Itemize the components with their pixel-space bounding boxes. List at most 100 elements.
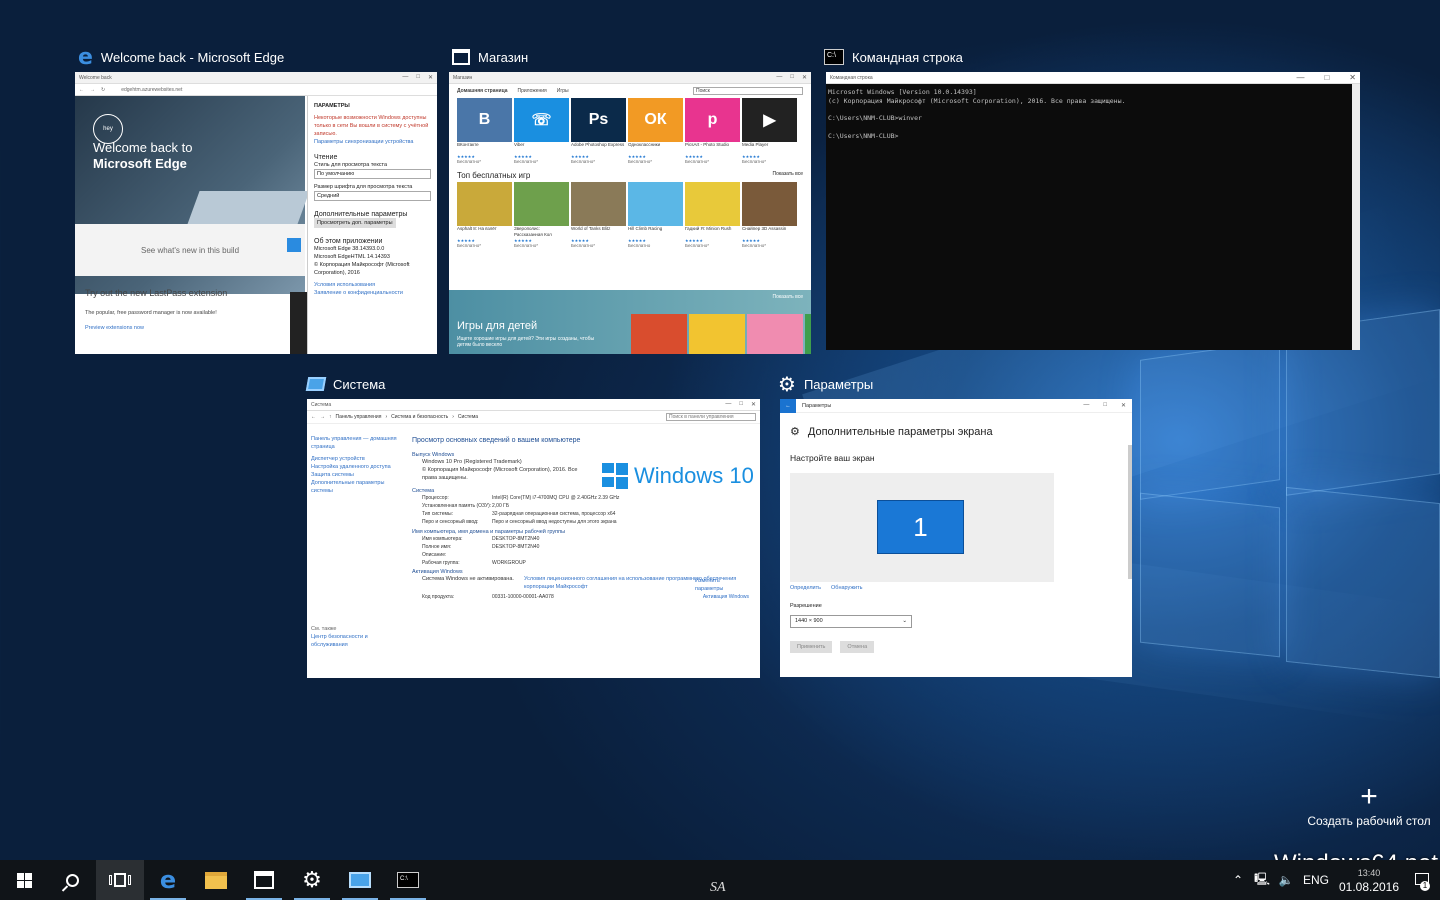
- sync-link[interactable]: Параметры синхронизации устройства: [314, 138, 431, 146]
- network-icon[interactable]: 🖳: [1250, 870, 1274, 891]
- forward-icon[interactable]: →: [320, 414, 325, 420]
- app-tile[interactable]: ☏ Viber ★★★★★ Бесплатно*: [514, 98, 569, 165]
- detect-link[interactable]: Обнаружить: [831, 585, 862, 591]
- sidebar-device-manager[interactable]: Диспетчер устройств: [311, 455, 403, 463]
- settings-thumbnail[interactable]: ← Параметры — □ ✕ ⚙ Дополнительные парамет…: [780, 399, 1132, 677]
- start-button[interactable]: [0, 860, 48, 900]
- game-tile[interactable]: Hill Climb Racing ★★★★★ Бесплатно: [628, 182, 683, 249]
- taskbar-store[interactable]: [240, 860, 288, 900]
- settings-scrollbar[interactable]: [1128, 445, 1132, 579]
- game-tile[interactable]: Asphalt 8: На взлёт ★★★★★ Бесплатно*: [457, 182, 512, 249]
- privacy-link[interactable]: Заявление о конфиденциальности: [314, 289, 431, 297]
- cmd-thumbnail[interactable]: Командная строка — □ ✕ Microsoft Windows [V…: [826, 72, 1360, 350]
- control-panel-search[interactable]: Поиск в панели управления: [666, 413, 756, 421]
- monitor-1[interactable]: 1: [877, 500, 964, 554]
- forward-icon[interactable]: →: [90, 87, 95, 93]
- cmd-window-title[interactable]: C:\ Командная строка: [824, 44, 963, 70]
- game-tile[interactable]: World of Tanks Blitz ★★★★★ Бесплатно*: [571, 182, 626, 249]
- system-thumbnail[interactable]: Система — □ ✕ ← → ↑ Панель управления › Систем…: [307, 399, 760, 678]
- kids-banner[interactable]: Игры для детей Ищете хорошие игры для де…: [449, 290, 811, 354]
- activate-windows-link[interactable]: Активация Windows: [703, 593, 749, 601]
- edge-thumbnail[interactable]: Welcome back — □ ✕ ← → ↻ edgehtm.azurewebsite…: [75, 72, 437, 354]
- style-select[interactable]: По умолчанию: [314, 169, 431, 179]
- change-settings-link[interactable]: Изменить параметры: [695, 577, 735, 593]
- taskbar-cmd[interactable]: C:\: [384, 860, 432, 900]
- cancel-button[interactable]: Отмена: [840, 641, 875, 653]
- breadcrumb-item[interactable]: Панель управления: [336, 414, 382, 420]
- kids-show-all[interactable]: Показать все: [772, 294, 803, 300]
- address-bar[interactable]: edgehtm.azurewebsites.net: [121, 87, 182, 93]
- game-tile[interactable]: Гадкий Я: Minion Rush ★★★★★ Бесплатно*: [685, 182, 740, 249]
- cmd-scrollbar[interactable]: [1352, 84, 1360, 350]
- terms-link[interactable]: Условия использования: [314, 281, 431, 289]
- store-search-input[interactable]: Поиск: [693, 87, 803, 95]
- back-icon[interactable]: ←: [79, 87, 84, 93]
- refresh-icon[interactable]: ↻: [101, 87, 105, 93]
- store-window-title[interactable]: Магазин: [452, 44, 528, 70]
- system-window-title[interactable]: Система: [305, 371, 385, 397]
- search-button[interactable]: [48, 860, 96, 900]
- show-all-link[interactable]: Показать все: [772, 171, 803, 180]
- hero-line-2: Microsoft Edge: [93, 156, 187, 171]
- identify-link[interactable]: Определить: [790, 585, 821, 591]
- language-indicator[interactable]: ENG: [1298, 873, 1334, 887]
- taskbar-settings[interactable]: ⚙: [288, 860, 336, 900]
- settings-page-title: Дополнительные параметры экрана: [807, 425, 993, 438]
- product-label: Код продукта:: [422, 594, 455, 600]
- app-tile[interactable]: B ВКонтакте ★★★★★ Бесплатно*: [457, 98, 512, 165]
- breadcrumb-item[interactable]: Система и безопасность: [391, 414, 448, 420]
- up-icon[interactable]: ↑: [329, 414, 332, 420]
- store-tab-games[interactable]: Игры: [557, 88, 569, 94]
- clock[interactable]: 13:40 01.08.2016: [1334, 866, 1404, 894]
- store-bag-icon: [452, 49, 470, 65]
- game-tile-name: Asphalt 8: На взлёт: [457, 226, 497, 231]
- notification-badge: 1: [1420, 880, 1430, 891]
- info-row: Установленная память (ОЗУ): 2,00 ГБ: [422, 502, 757, 510]
- customize-display-heading: Настройте ваш экран: [790, 453, 875, 463]
- kids-tile[interactable]: [689, 314, 745, 354]
- new-build-banner[interactable]: See what's new in this build: [75, 224, 305, 276]
- volume-icon[interactable]: 🔈: [1274, 873, 1298, 887]
- cmd-inner-title: Командная строка: [830, 74, 873, 81]
- back-arrow-icon[interactable]: ←: [780, 399, 796, 413]
- app-tile[interactable]: p PicsArt - Photo Studio ★★★★★ Бесплатно*: [685, 98, 740, 165]
- taskbar-file-explorer[interactable]: [192, 860, 240, 900]
- sidebar-remote-access[interactable]: Настройка удаленного доступа: [311, 463, 403, 471]
- sidebar-system-protection[interactable]: Защита системы: [311, 471, 403, 479]
- store-thumbnail[interactable]: Магазин — □ ✕ Домашняя страница Приложения …: [449, 72, 811, 354]
- store-tab-apps[interactable]: Приложения: [518, 88, 547, 94]
- sidebar-home-link[interactable]: Панель управления — домашняя страница: [311, 435, 403, 451]
- settings-window-title[interactable]: ⚙ Параметры: [778, 371, 873, 397]
- cmd-console[interactable]: Microsoft Windows [Version 10.0.14393] (c…: [826, 84, 1360, 144]
- breadcrumb-item[interactable]: Система: [458, 414, 478, 420]
- app-tile[interactable]: ▶ Media Player ★★★★★ Бесплатно*: [742, 98, 797, 165]
- action-center-button[interactable]: 1: [1404, 872, 1440, 891]
- preview-link[interactable]: Preview extensions now: [85, 325, 144, 331]
- settings-buttons: Применить Отмена: [790, 641, 875, 653]
- kids-tile[interactable]: [805, 314, 811, 354]
- game-tile[interactable]: Снайпер 3D Assassin ★★★★★ Бесплатно*: [742, 182, 797, 249]
- sidebar-advanced[interactable]: Дополнительные параметры системы: [311, 479, 403, 495]
- task-view-button[interactable]: [96, 860, 144, 900]
- chevron-up-icon[interactable]: ⌃: [1226, 873, 1250, 887]
- game-tile[interactable]: Зверополис: Рассказанная Кол ★★★★★ Бесплат…: [514, 182, 569, 249]
- system-inner-title: Система: [311, 401, 332, 408]
- advanced-button[interactable]: Просмотреть доп. параметры: [314, 218, 396, 228]
- app-tile[interactable]: Ps Adobe Photoshop Express ★★★★★ Бесплатно*: [571, 98, 626, 165]
- back-icon[interactable]: ←: [311, 414, 316, 420]
- resolution-dropdown[interactable]: 1440 × 900 ⌄: [790, 615, 912, 628]
- new-desktop-button[interactable]: + Создать рабочий стол: [1300, 782, 1438, 829]
- kids-tile[interactable]: [631, 314, 687, 354]
- lastpass-text: The popular, free password manager is no…: [85, 310, 217, 316]
- phone-image: [290, 292, 308, 354]
- taskbar-control-panel[interactable]: [336, 860, 384, 900]
- app-tile[interactable]: ОК Одноклассники ★★★★★ Бесплатно*: [628, 98, 683, 165]
- edge-window-title[interactable]: e Welcome back - Microsoft Edge: [78, 44, 284, 70]
- size-select[interactable]: Средний: [314, 191, 431, 201]
- kids-tile[interactable]: [747, 314, 803, 354]
- browser-tab[interactable]: Welcome back: [79, 75, 112, 81]
- apply-button[interactable]: Применить: [790, 641, 833, 653]
- security-center-link[interactable]: Центр безопасности и обслуживания: [311, 633, 403, 649]
- store-tab-home[interactable]: Домашняя страница: [457, 88, 508, 94]
- taskbar-edge[interactable]: e: [144, 860, 192, 900]
